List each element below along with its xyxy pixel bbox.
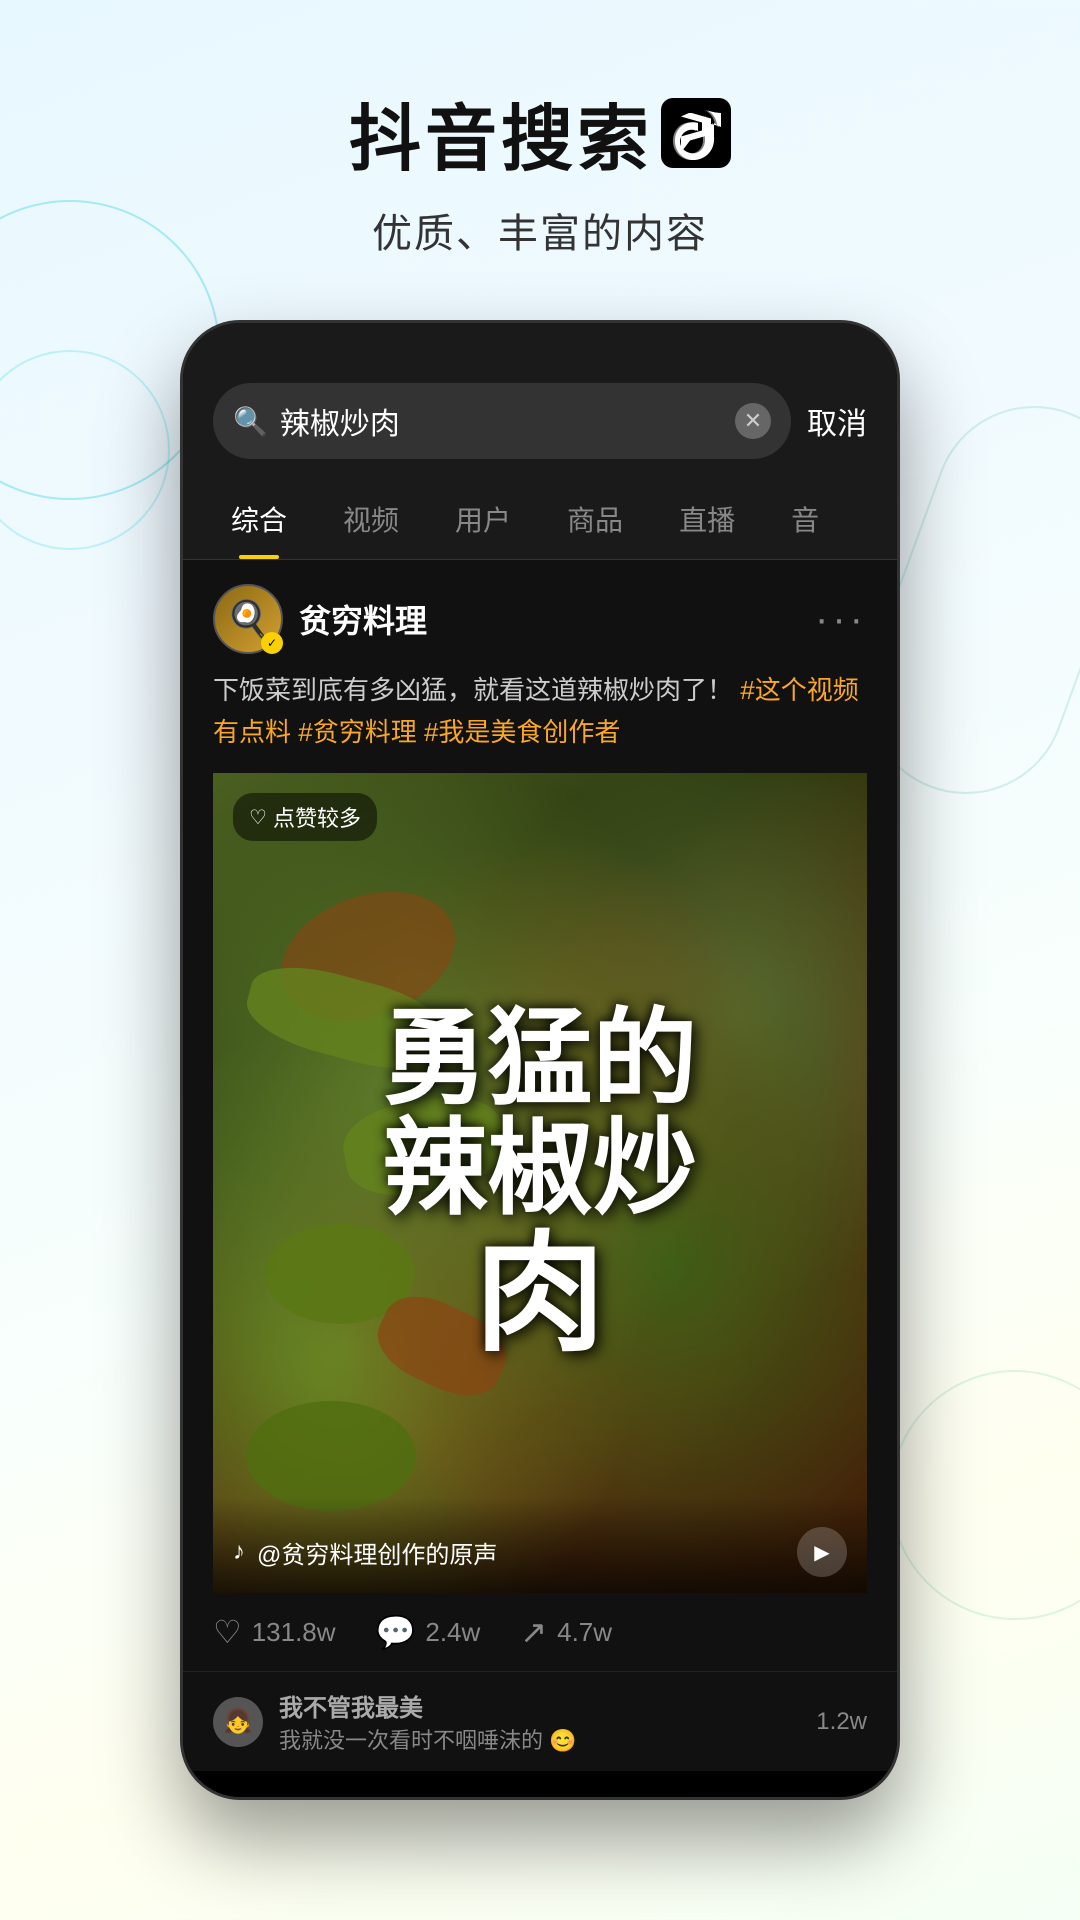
comment-likes: 1.2w (816, 1708, 867, 1736)
play-button[interactable]: ▶ (797, 1527, 847, 1577)
like-button[interactable]: ♡ 131.8w (213, 1613, 336, 1651)
tab-live[interactable]: 直播 (651, 479, 763, 559)
bg-decoration-circle-3 (890, 1370, 1080, 1620)
tab-product[interactable]: 商品 (539, 479, 651, 559)
search-icon: 🔍 (233, 405, 268, 438)
tab-comprehensive[interactable]: 综合 (203, 479, 315, 559)
hot-label: ♡ 点赞较多 (233, 793, 377, 841)
comment-content: 我不管我最美 我就没一次看时不咽唾沫的 😊 (279, 1688, 800, 1755)
post-text: 下饭菜到底有多凶猛，就看这道辣椒炒肉了！ #这个视频有点料 #贫穷料理 #我是美… (213, 670, 867, 753)
comment-text: 我就没一次看时不咽唾沫的 😊 (279, 1723, 800, 1755)
comment-preview: 👧 我不管我最美 我就没一次看时不咽唾沫的 😊 1.2w (183, 1671, 897, 1771)
overlay-title-line3: 肉 (475, 1225, 605, 1362)
header: 抖音搜索 优质、丰富的内容 (0, 0, 1080, 299)
like-icon: ♡ (213, 1613, 242, 1651)
tab-video[interactable]: 视频 (315, 479, 427, 559)
search-box[interactable]: 🔍 辣椒炒肉 ✕ (213, 383, 791, 459)
main-title-row: 抖音搜索 (0, 80, 1080, 185)
video-bottom-bar: ♪ @贫穷料理创作的原声 ▶ (213, 1497, 867, 1593)
clear-search-button[interactable]: ✕ (735, 403, 771, 439)
tab-audio[interactable]: 音 (763, 479, 847, 559)
comment-count: 2.4w (425, 1617, 480, 1648)
app-subtitle: 优质、丰富的内容 (0, 201, 1080, 259)
share-count: 4.7w (557, 1617, 612, 1648)
tiktok-audio-icon: ♪ (233, 1538, 245, 1566)
phone-mockup: 🔍 辣椒炒肉 ✕ 取消 综合 视频 用户 商品 (180, 320, 900, 1800)
overlay-title-line2: 辣椒炒 (382, 1115, 697, 1225)
share-icon: ↗ (520, 1613, 547, 1651)
phone-frame: 🔍 辣椒炒肉 ✕ 取消 综合 视频 用户 商品 (180, 320, 900, 1800)
like-count: 131.8w (252, 1617, 336, 1648)
tiktok-logo-icon (661, 98, 731, 168)
audio-label: @贫穷料理创作的原声 (257, 1535, 785, 1570)
comment-icon: 💬 (376, 1613, 416, 1651)
share-button[interactable]: ↗ 4.7w (520, 1613, 612, 1651)
comment-button[interactable]: 💬 2.4w (376, 1613, 481, 1651)
more-options-button[interactable]: ··· (815, 597, 867, 642)
user-info: ✓ 贫穷料理 (213, 584, 427, 654)
cancel-search-button[interactable]: 取消 (807, 399, 867, 443)
hashtag-2[interactable]: #贫穷料理 (298, 717, 416, 747)
post-card: ✓ 贫穷料理 ··· 下饭菜到底有多凶猛，就看这道辣椒炒肉了！ #这个视频有点料… (183, 560, 897, 1593)
hot-heart-icon: ♡ (249, 805, 267, 830)
avatar-wrapper: ✓ (213, 584, 283, 654)
verified-badge: ✓ (261, 632, 283, 654)
app-title: 抖音搜索 (349, 80, 653, 185)
search-query-text: 辣椒炒肉 (280, 399, 723, 443)
user-info-row: ✓ 贫穷料理 ··· (213, 584, 867, 654)
username: 贫穷料理 (299, 596, 427, 642)
search-tabs: 综合 视频 用户 商品 直播 音 (183, 479, 897, 560)
video-overlay-text: 勇猛的 辣椒炒 肉 (382, 1005, 697, 1362)
search-area: 🔍 辣椒炒肉 ✕ 取消 (183, 323, 897, 479)
phone-screen: 🔍 辣椒炒肉 ✕ 取消 综合 视频 用户 商品 (183, 323, 897, 1797)
video-thumbnail[interactable]: ♡ 点赞较多 勇猛的 辣椒炒 肉 ♪ @贫穷料理创作的原 (213, 773, 867, 1593)
interaction-row: ♡ 131.8w 💬 2.4w ↗ 4.7w (183, 1593, 897, 1671)
hashtag-3[interactable]: #我是美食创作者 (424, 717, 620, 747)
overlay-title-line1: 勇猛的 (382, 1005, 697, 1115)
commenter-username: 我不管我最美 (279, 1688, 800, 1723)
tab-user[interactable]: 用户 (427, 479, 539, 559)
commenter-avatar: 👧 (213, 1697, 263, 1747)
